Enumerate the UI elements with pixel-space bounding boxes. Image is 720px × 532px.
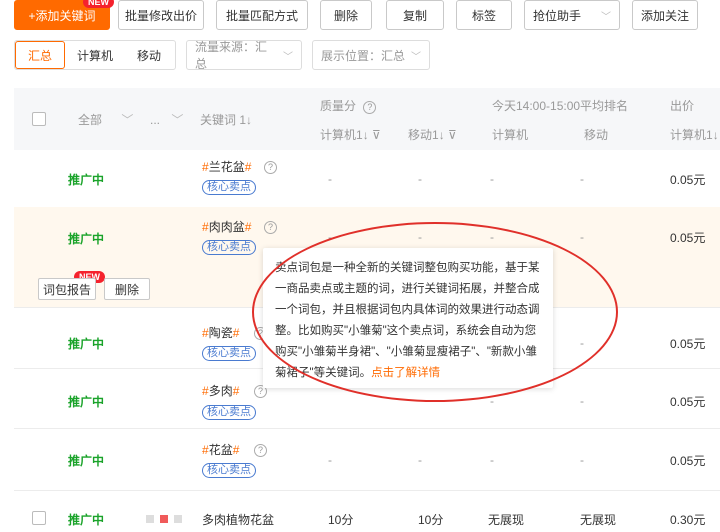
chevron-down-icon: ﹀ — [601, 11, 611, 23]
help-icon[interactable]: ? — [264, 221, 277, 234]
new-badge: NEW — [83, 0, 114, 8]
copy-button[interactable]: 复制 — [386, 0, 444, 30]
filter-icon: ⊽ — [444, 128, 457, 142]
rank-mobile: 无展现 — [580, 513, 617, 527]
quality-pc: - — [328, 453, 332, 467]
row-checkbox[interactable] — [32, 511, 46, 525]
tab-summary[interactable]: 汇总 — [15, 41, 66, 69]
quality-mobile-header[interactable]: 移动1↓ ⊽ — [408, 126, 457, 143]
status-text: 推广中 — [68, 454, 105, 468]
keyword-cell[interactable]: #兰花盆# — [202, 158, 251, 175]
device-indicator — [146, 515, 154, 523]
core-tag: 核心卖点 — [202, 346, 256, 361]
rank-helper-select[interactable]: 抢位助手 ﹀ — [524, 0, 620, 30]
bid-price[interactable]: 0.05元 — [670, 452, 705, 469]
bid-price[interactable]: 0.30元 — [670, 511, 705, 528]
row-delete-button[interactable]: 删除 — [104, 278, 150, 300]
core-tag: 核心卖点 — [202, 463, 256, 478]
bid-header: 出价 — [670, 99, 695, 113]
rank-pc: - — [490, 453, 494, 467]
status-text: 推广中 — [68, 395, 105, 409]
status-text: 推广中 — [68, 232, 105, 246]
core-tag: 核心卖点 — [202, 180, 256, 195]
divider — [14, 490, 720, 491]
avg-rank-header: 今天14:00-15:00平均排名 — [492, 99, 629, 113]
bid-price[interactable]: 0.05元 — [670, 171, 705, 188]
quality-pc: 10分 — [328, 513, 354, 527]
status-text: 推广中 — [68, 513, 105, 527]
bid-price[interactable]: 0.05元 — [670, 393, 705, 410]
rank-pc: - — [490, 172, 494, 186]
tag-button[interactable]: 标签 — [456, 0, 512, 30]
more-filter[interactable]: ... ﹀ — [150, 111, 183, 128]
annotation-circle — [252, 222, 618, 402]
status-text: 推广中 — [68, 337, 105, 351]
bid-pc-header[interactable]: 计算机1↓ — [670, 126, 719, 143]
keyword-cell[interactable]: #肉肉盆# — [202, 218, 251, 235]
keyword-header[interactable]: 关键词 1↓ — [200, 111, 252, 128]
chevron-down-icon: ﹀ — [171, 113, 184, 127]
rank-pc-header: 计算机 — [492, 128, 529, 142]
device-indicator — [174, 515, 182, 523]
help-icon[interactable]: ? — [254, 444, 267, 457]
traffic-source-filter[interactable]: 流量来源：汇总 ﹀ — [186, 40, 302, 71]
rank-mobile: - — [580, 394, 584, 408]
quality-pc-header[interactable]: 计算机1↓ ⊽ — [320, 126, 381, 143]
rank-mobile: - — [580, 172, 584, 186]
rank-mobile-header: 移动 — [584, 128, 609, 142]
status-text: 推广中 — [68, 173, 105, 187]
device-tabs: 汇总 计算机 移动 — [14, 40, 176, 70]
bid-price[interactable]: 0.05元 — [670, 229, 705, 246]
filter-icon: ⊽ — [368, 128, 381, 142]
help-icon[interactable]: ? — [363, 101, 377, 114]
chevron-down-icon: ﹀ — [283, 51, 293, 63]
package-report-button[interactable]: 词包报告 — [38, 278, 96, 300]
quality-mobile: - — [418, 453, 422, 467]
batch-match-button[interactable]: 批量匹配方式 — [216, 0, 308, 30]
keyword-cell[interactable]: #多肉# — [202, 382, 239, 399]
keyword-cell[interactable]: #陶瓷# — [202, 324, 239, 341]
rank-mobile: - — [580, 453, 584, 467]
quality-mobile: - — [418, 172, 422, 186]
add-follow-button[interactable]: 添加关注 — [632, 0, 698, 30]
display-position-filter[interactable]: 展示位置：汇总 ﹀ — [312, 40, 430, 70]
quality-pc: - — [328, 172, 332, 186]
keyword-cell[interactable]: 多肉植物花盆 — [202, 511, 274, 528]
chevron-down-icon: ﹀ — [411, 51, 421, 63]
help-icon[interactable]: ? — [264, 161, 277, 174]
keyword-cell[interactable]: #花盆# — [202, 441, 239, 458]
tab-pc[interactable]: 计算机 — [65, 41, 125, 69]
rank-mobile: - — [580, 230, 584, 244]
core-tag: 核心卖点 — [202, 240, 256, 255]
select-all-checkbox[interactable] — [32, 112, 46, 126]
chevron-down-icon: ﹀ — [121, 113, 134, 127]
core-tag: 核心卖点 — [202, 405, 256, 420]
rank-pc: 无展现 — [488, 513, 525, 527]
delete-button[interactable]: 删除 — [320, 0, 372, 30]
tab-mobile[interactable]: 移动 — [125, 41, 173, 69]
bid-price[interactable]: 0.05元 — [670, 335, 705, 352]
divider — [14, 428, 720, 429]
quality-score-header: 质量分 ? — [320, 97, 377, 114]
quality-mobile: 10分 — [418, 513, 444, 527]
batch-price-button[interactable]: 批量修改出价 — [118, 0, 204, 30]
sort-icon: 1↓ — [239, 113, 253, 127]
device-indicator — [160, 515, 168, 523]
status-filter[interactable]: 全部 ﹀ — [78, 111, 133, 128]
